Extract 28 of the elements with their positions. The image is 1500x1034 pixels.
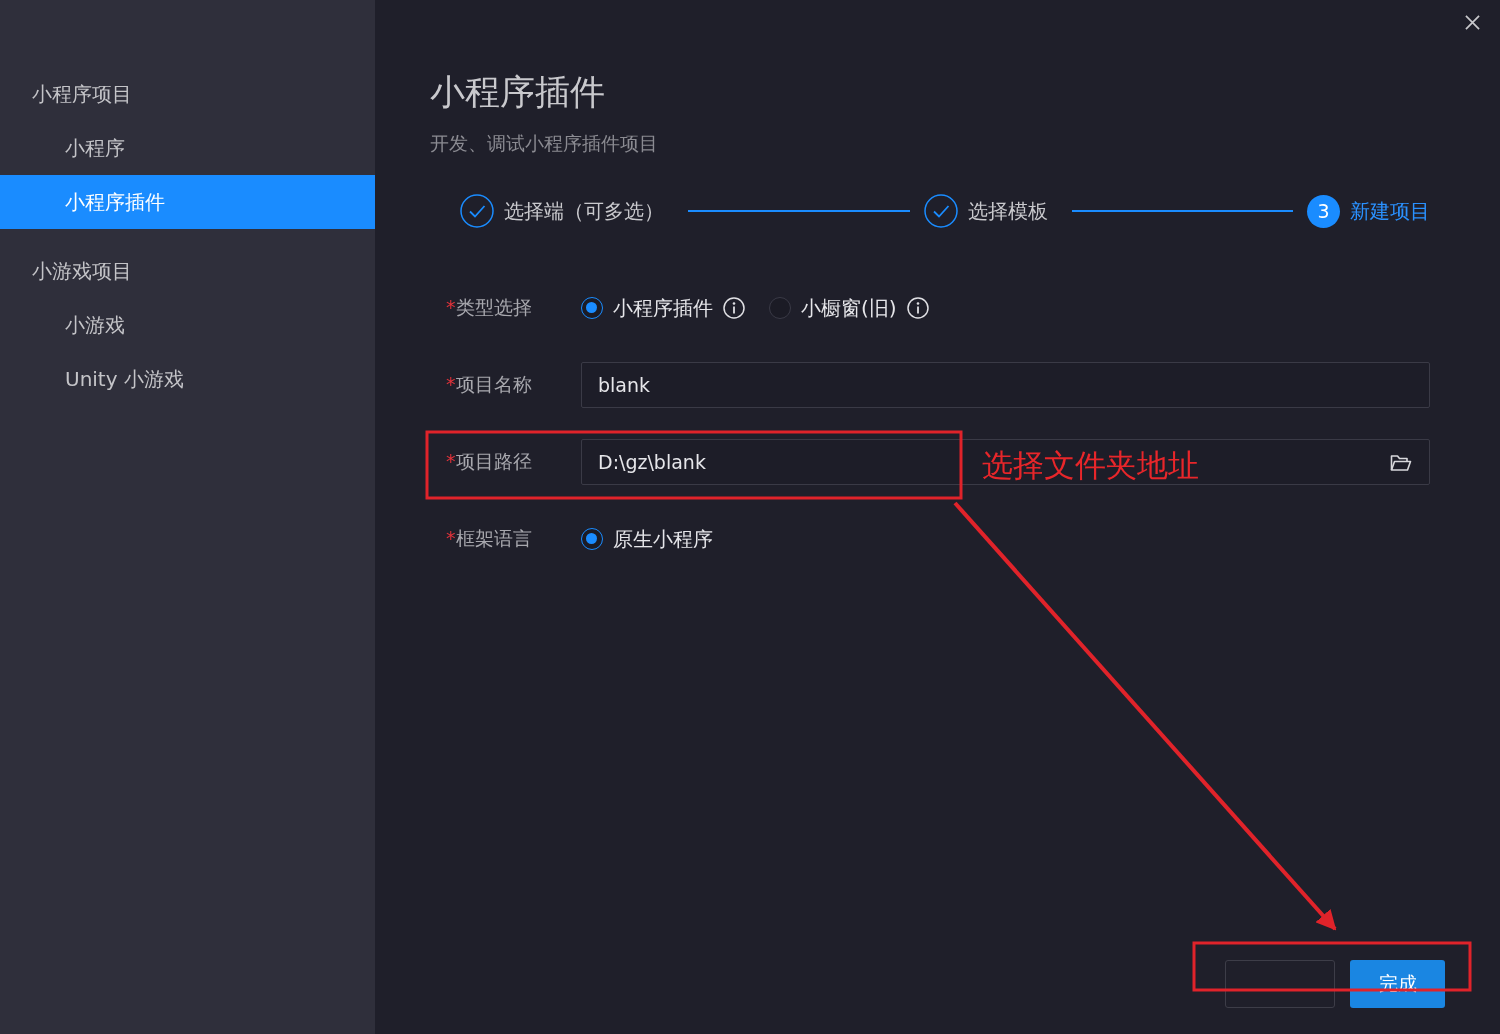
sidebar-item[interactable]: 小游戏 (0, 298, 375, 352)
radio-label[interactable]: 小橱窗(旧) (801, 294, 897, 322)
field-label: *项目路径 (446, 449, 533, 474)
info-icon[interactable] (906, 297, 929, 319)
sidebar-item[interactable]: 小程序 (0, 121, 375, 175)
radio-button[interactable] (581, 528, 603, 550)
info-icon[interactable] (723, 297, 745, 319)
folder-icon[interactable] (1390, 454, 1412, 472)
page-subtitle: 开发、调试小程序插件项目 (430, 131, 658, 156)
sidebar-group-title: 小程序项目 (31, 81, 133, 108)
annotation-note: 选择文件夹地址 (982, 446, 1199, 485)
step-number: 3 (1307, 194, 1340, 228)
radio-label[interactable]: 原生小程序 (613, 525, 713, 553)
field-label: *框架语言 (446, 526, 533, 551)
field-label: *项目名称 (446, 372, 533, 397)
text-input[interactable]: blank (581, 362, 1430, 408)
radio-button[interactable] (581, 297, 603, 319)
sidebar-group-title: 小游戏项目 (31, 258, 133, 285)
radio-label[interactable]: 小程序插件 (613, 294, 713, 322)
sidebar-item[interactable]: Unity 小游戏 (0, 352, 375, 406)
step-label: 选择模板 (967, 197, 1048, 225)
close-icon[interactable] (1465, 15, 1480, 30)
page-title: 小程序插件 (430, 71, 605, 114)
secondary-button[interactable] (1225, 960, 1335, 1008)
step-label: 新建项目 (1350, 197, 1430, 225)
field-label: *类型选择 (446, 295, 533, 320)
step-label: 选择端（可多选） (504, 197, 664, 225)
radio-button[interactable] (769, 297, 791, 319)
